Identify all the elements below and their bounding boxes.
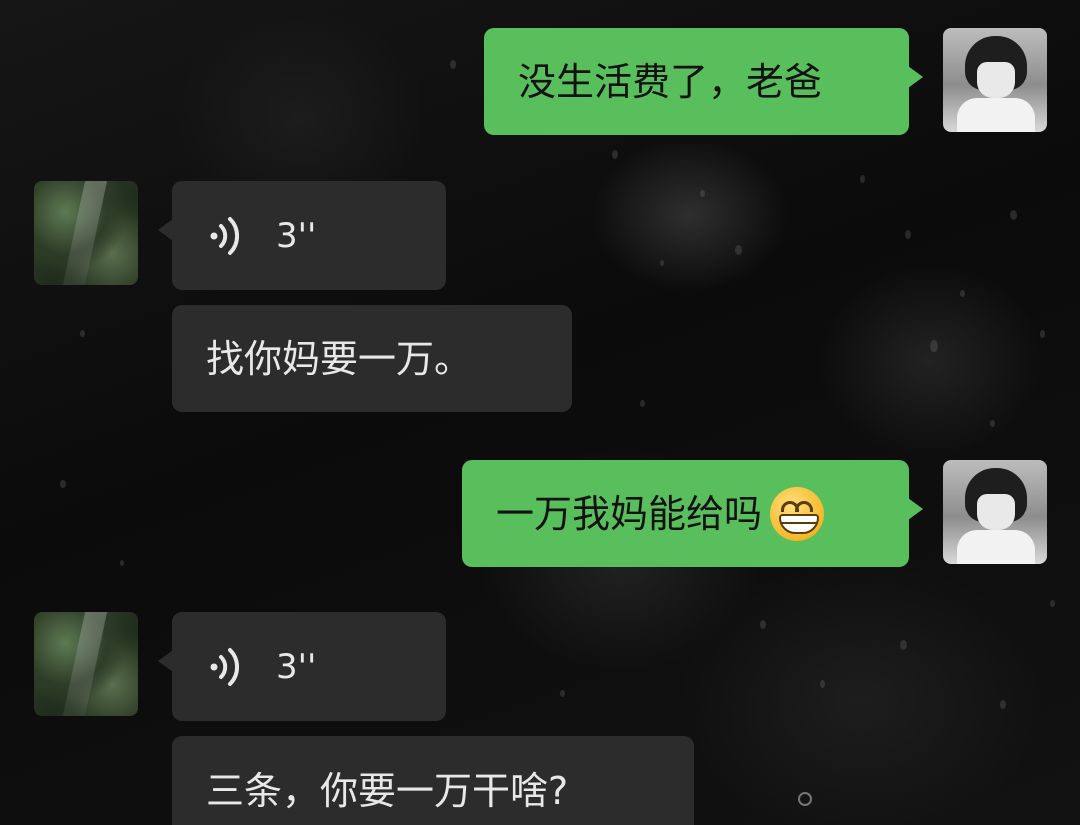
message-text: 三条，你要一万干啥? [206, 769, 569, 813]
voice-message-icon [210, 647, 240, 686]
message-text: 找你妈要一万。 [206, 336, 473, 381]
voice-message-bubble[interactable]: 3'' [158, 181, 446, 290]
my-avatar[interactable] [943, 460, 1047, 564]
voice-duration: 3'' [276, 646, 317, 687]
voice-message-icon [210, 216, 240, 255]
watermark-icon [798, 792, 812, 806]
message-text: 没生活费了，老爸 [518, 59, 823, 104]
my-message-bubble[interactable]: 一万我妈能给吗 [462, 460, 923, 567]
grinning-face-emoji [770, 486, 825, 541]
my-message-bubble[interactable]: 没生活费了，老爸 [484, 28, 923, 135]
message-text: 一万我妈能给吗 [496, 491, 763, 536]
voice-duration: 3'' [276, 215, 317, 256]
contact-message-bubble[interactable]: 找你妈要一万。 [172, 305, 572, 412]
contact-avatar[interactable] [34, 181, 138, 285]
contact-message-bubble[interactable]: 三条，你要一万干啥? [172, 736, 694, 825]
voice-message-bubble[interactable]: 3'' [158, 612, 446, 721]
contact-avatar[interactable] [34, 612, 138, 716]
my-avatar[interactable] [943, 28, 1047, 132]
